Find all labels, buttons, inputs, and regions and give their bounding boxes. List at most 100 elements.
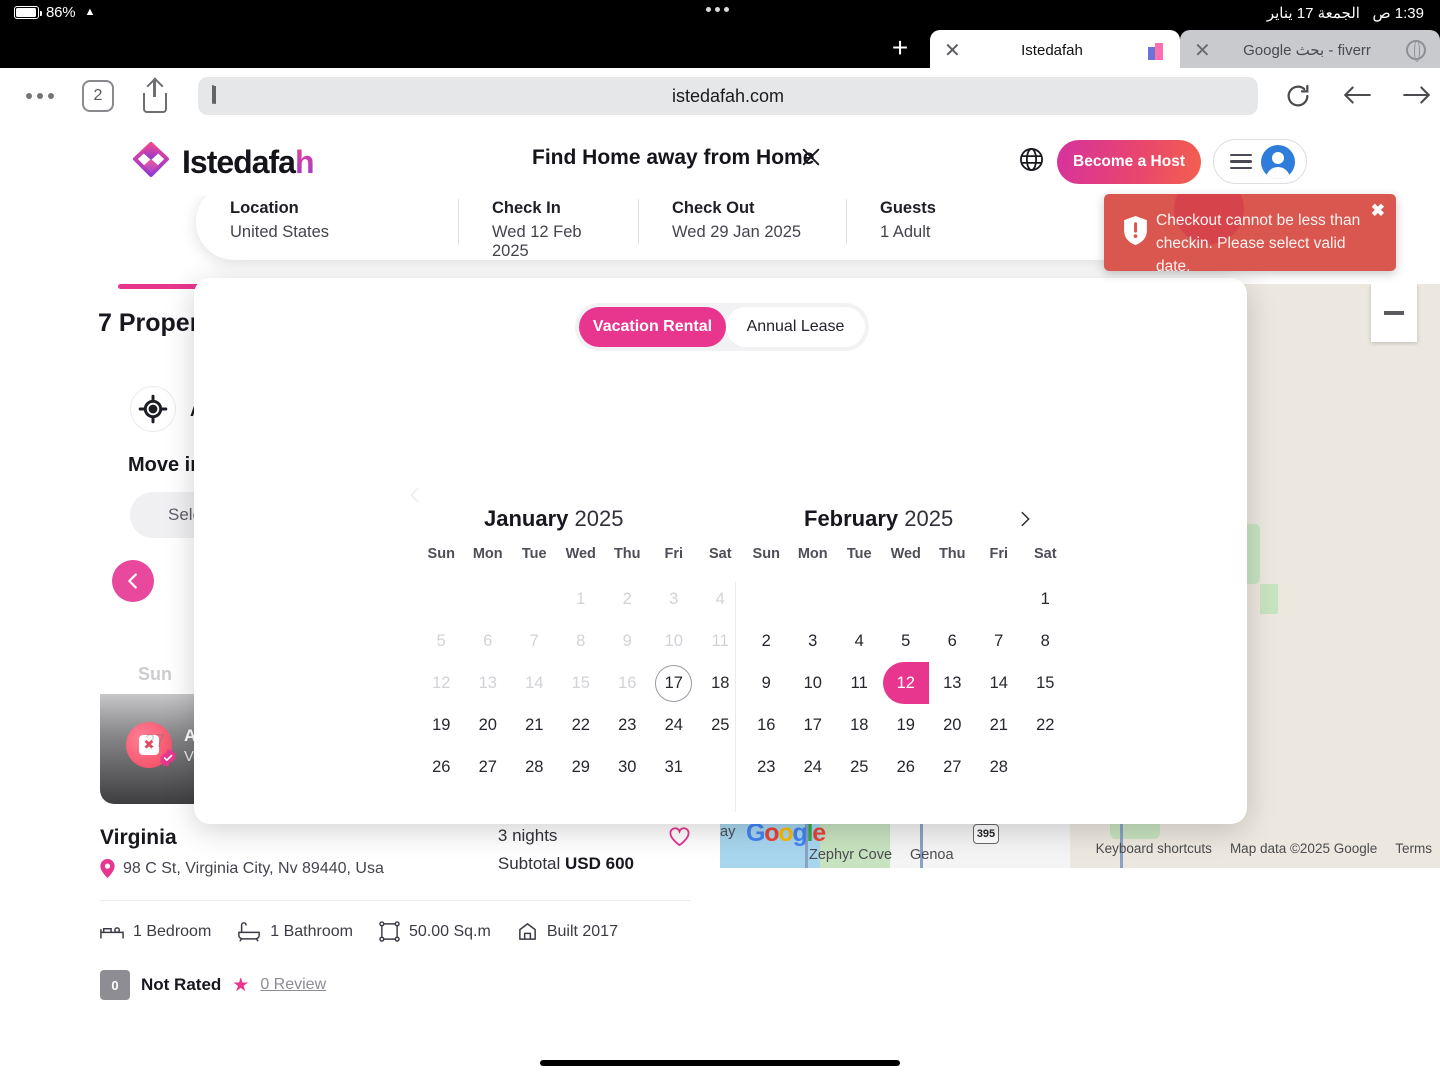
calendar-day-january-26[interactable]: 26	[418, 746, 465, 788]
calendar-day-february-21[interactable]: 21	[976, 704, 1023, 746]
search-field-location[interactable]: Location United States	[196, 199, 458, 245]
calendar-day-january-27[interactable]: 27	[465, 746, 512, 788]
calendar-day-january-18[interactable]: 18	[697, 662, 744, 704]
forward-icon[interactable]	[1402, 82, 1432, 110]
calendar-grid-february[interactable]: SunMonTueWedThuFriSat 123456789101112131…	[743, 546, 1069, 788]
hamburger-icon[interactable]	[1230, 154, 1252, 170]
weekday-wed: Wed	[883, 546, 930, 578]
search-field-checkin[interactable]: Check In Wed 12 Feb 2025	[458, 199, 638, 245]
keyboard-shortcuts-link[interactable]: Keyboard shortcuts	[1096, 841, 1212, 856]
calendar-day-february-2[interactable]: 2	[743, 620, 790, 662]
calendar-day-february-4[interactable]: 4	[836, 620, 883, 662]
calendar-day-february-16[interactable]: 16	[743, 704, 790, 746]
calendar-day-february-22[interactable]: 22	[1022, 704, 1069, 746]
calendar-day-january-21[interactable]: 21	[511, 704, 558, 746]
calendar-day-january-29[interactable]: 29	[558, 746, 605, 788]
terms-link[interactable]: Terms	[1395, 841, 1432, 856]
rating-badge: 0	[100, 970, 130, 1000]
weekday-fri: Fri	[651, 546, 698, 578]
day-grid[interactable]: 1234567891011121314151617181920212223242…	[418, 578, 744, 788]
calendar-day-february-28[interactable]: 28	[976, 746, 1023, 788]
calendar-grid-january[interactable]: SunMonTueWedThuFriSat 123456789101112131…	[418, 546, 744, 788]
calendar-day-february-1[interactable]: 1	[1022, 578, 1069, 620]
rental-type-segment[interactable]: Vacation Rental Annual Lease	[575, 303, 869, 351]
calendar-month-february: February 2025	[804, 506, 953, 532]
toast-close-icon[interactable]: ✖	[1371, 201, 1385, 221]
calendar-day-february-23[interactable]: 23	[743, 746, 790, 788]
calendar-day-february-6[interactable]: 6	[929, 620, 976, 662]
map-pin-icon	[100, 859, 115, 878]
status-time: 1:39 ص	[1372, 5, 1424, 22]
back-icon[interactable]	[1342, 82, 1372, 110]
heart-icon[interactable]	[668, 826, 690, 846]
calendar-day-february-5[interactable]: 5	[883, 620, 930, 662]
map-zoom-out-button[interactable]	[1371, 284, 1417, 342]
globe-icon[interactable]	[1018, 146, 1046, 174]
calendar-day-february-3[interactable]: 3	[790, 620, 837, 662]
calendar-day-february-27[interactable]: 27	[929, 746, 976, 788]
calendar-day-february-7[interactable]: 7	[976, 620, 1023, 662]
weekday-tue: Tue	[511, 546, 558, 578]
share-icon[interactable]	[140, 79, 170, 113]
tab-count-button[interactable]: 2	[82, 80, 114, 112]
calendar-day-january-19[interactable]: 19	[418, 704, 465, 746]
crosshair-icon[interactable]	[130, 386, 176, 432]
search-field-guests[interactable]: Guests 1 Adult	[846, 199, 1046, 245]
browser-tab-google[interactable]: ✕ Google بحث - fiverr	[1180, 30, 1440, 70]
calendar-day-february-8[interactable]: 8	[1022, 620, 1069, 662]
calendar-day-february-10[interactable]: 10	[790, 662, 837, 704]
calendar-day-february-15[interactable]: 15	[1022, 662, 1069, 704]
calendar-day-january-23[interactable]: 23	[604, 704, 651, 746]
calendar-day-february-9[interactable]: 9	[743, 662, 790, 704]
close-icon[interactable]	[800, 146, 822, 168]
calendar-day-january-30[interactable]: 30	[604, 746, 651, 788]
calendar-day-january-8: 8	[558, 620, 605, 662]
month-name: January	[484, 506, 568, 531]
calendar-day-january-17[interactable]: 17	[651, 662, 698, 704]
calendar-next-month-button[interactable]	[1014, 508, 1036, 530]
new-tab-button[interactable]: +	[885, 34, 915, 64]
account-menu[interactable]	[1213, 139, 1307, 184]
review-count-link[interactable]: 0 Review	[260, 976, 326, 994]
calendar-day-february-17[interactable]: 17	[790, 704, 837, 746]
calendar-day-february-18[interactable]: 18	[836, 704, 883, 746]
search-field-checkout[interactable]: Check Out Wed 29 Jan 2025	[638, 199, 846, 245]
calendar-day-january-22[interactable]: 22	[558, 704, 605, 746]
calendar-day-february-14[interactable]: 14	[976, 662, 1023, 704]
calendar-day-february-26[interactable]: 26	[883, 746, 930, 788]
day-blank	[883, 578, 930, 620]
calendar-prev-month-button[interactable]	[404, 484, 426, 506]
tab-annual-lease[interactable]: Annual Lease	[726, 307, 865, 347]
site-logo[interactable]: Istedafah	[130, 141, 313, 183]
calendar-day-february-25[interactable]: 25	[836, 746, 883, 788]
home-indicator	[540, 1060, 900, 1066]
tab-close-icon[interactable]: ✕	[944, 38, 964, 63]
microphone-icon[interactable]	[212, 86, 226, 106]
calendar-day-february-12[interactable]: 12	[883, 662, 930, 704]
calendar-day-january-24[interactable]: 24	[651, 704, 698, 746]
tab-close-icon[interactable]: ✕	[1194, 38, 1214, 63]
calendar-day-february-13[interactable]: 13	[929, 662, 976, 704]
calendar-popup[interactable]: Vacation Rental Annual Lease January 202…	[194, 278, 1247, 824]
checkin-label: Check In	[492, 199, 616, 218]
calendar-day-january-31[interactable]: 31	[651, 746, 698, 788]
reload-icon[interactable]	[1284, 82, 1312, 110]
calendar-day-february-11[interactable]: 11	[836, 662, 883, 704]
checkin-value: Wed 12 Feb 2025	[492, 223, 616, 261]
browser-tab-istedafah[interactable]: ✕ Istedafah	[930, 30, 1180, 70]
calendar-day-january-25[interactable]: 25	[697, 704, 744, 746]
calendar-day-february-20[interactable]: 20	[929, 704, 976, 746]
day-blank	[418, 578, 465, 620]
day-grid[interactable]: 1234567891011121314151617181920212223242…	[743, 578, 1069, 788]
become-a-host-button[interactable]: Become a Host	[1057, 140, 1201, 184]
multitask-dots[interactable]	[706, 7, 729, 12]
calendar-day-january-28[interactable]: 28	[511, 746, 558, 788]
tab-vacation-rental[interactable]: Vacation Rental	[579, 307, 726, 347]
carousel-prev-button[interactable]	[112, 560, 154, 602]
user-avatar-icon[interactable]	[1261, 145, 1295, 179]
calendar-day-february-19[interactable]: 19	[883, 704, 930, 746]
calendar-day-january-20[interactable]: 20	[465, 704, 512, 746]
address-bar[interactable]: istedafah.com	[198, 77, 1258, 115]
more-icon[interactable]	[20, 93, 60, 99]
calendar-day-february-24[interactable]: 24	[790, 746, 837, 788]
